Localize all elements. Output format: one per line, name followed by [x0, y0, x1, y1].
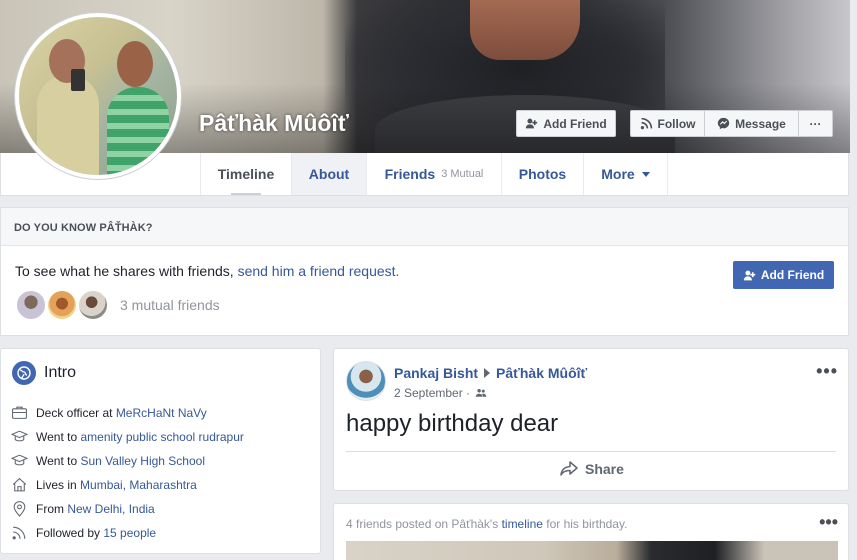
mutual-count-badge: 3 Mutual [441, 168, 484, 180]
intro-item-prefix: Followed by [36, 525, 104, 540]
tab-photos-label: Photos [518, 166, 567, 182]
tab-more-label: More [601, 166, 635, 182]
add-friend-primary-label: Add Friend [760, 268, 825, 282]
home-icon [12, 477, 27, 492]
birthday-photo[interactable] [346, 541, 838, 560]
tab-more[interactable]: More [584, 153, 668, 195]
graduation-cap-icon [11, 430, 28, 442]
intro-item-prefix: Deck officer at [36, 405, 116, 420]
caret-down-icon [641, 171, 650, 177]
birthday-card: 4 friends posted on Pâťhàk's timeline fo… [333, 503, 849, 560]
post-author-avatar[interactable] [346, 361, 386, 401]
follow-label: Follow [657, 116, 696, 131]
post-date[interactable]: 2 September · [394, 386, 470, 400]
send-friend-request-link[interactable]: send him a friend request. [238, 263, 400, 279]
intro-item-prefix: From [36, 501, 68, 516]
share-button[interactable]: Share [560, 461, 624, 477]
friends-audience-icon[interactable] [475, 387, 487, 399]
add-friend-button[interactable]: Add Friend [516, 110, 616, 137]
intro-card: Intro Deck officer at MeRcHaNt NaVy Went… [0, 348, 321, 554]
intro-item-prefix: Went to [36, 429, 81, 444]
rss-icon [12, 526, 26, 540]
divider [346, 451, 836, 452]
mutual-friend-avatar[interactable] [15, 289, 47, 321]
more-options-button[interactable]: ··· [798, 110, 833, 137]
more-options-icon: ··· [809, 116, 822, 131]
tab-timeline-label: Timeline [217, 166, 275, 182]
mutual-friend-avatar[interactable] [46, 289, 78, 321]
intro-item-followers: Followed by 15 people [11, 524, 156, 541]
tab-timeline[interactable]: Timeline [200, 153, 292, 195]
intro-item-education: Went to Sun Valley High School [11, 452, 205, 469]
mutual-friends-count[interactable]: 3 mutual friends [120, 297, 220, 313]
birthday-text-suffix: for his birthday. [542, 517, 628, 531]
messenger-icon [717, 117, 730, 130]
intro-item-link[interactable]: 15 people [103, 526, 156, 540]
intro-item-link[interactable]: amenity public school rudrapur [80, 430, 243, 444]
mutual-friends-row[interactable]: 3 mutual friends [15, 289, 220, 321]
graduation-cap-icon [11, 454, 28, 466]
post-target-name[interactable]: Pâťhàk Mûôîť [496, 365, 587, 381]
intro-title: Intro [44, 364, 77, 381]
post-author-name[interactable]: Pankaj Bisht [394, 365, 478, 381]
intro-item-lives-in: Lives in Mumbai, Maharashtra [11, 476, 197, 493]
friend-request-prefix: To see what he shares with friends, [15, 263, 238, 279]
rss-icon [640, 117, 652, 130]
intro-item-prefix: Went to [36, 453, 81, 468]
intro-item-link[interactable]: Mumbai, Maharashtra [80, 478, 197, 492]
add-friend-icon [526, 118, 538, 129]
birthday-text-prefix: 4 friends posted on Pâťhàk's [346, 517, 502, 531]
message-label: Message [735, 116, 786, 131]
friend-request-text: To see what he shares with friends, send… [15, 263, 399, 279]
globe-icon [12, 361, 36, 385]
intro-item-link[interactable]: MeRcHaNt NaVy [116, 406, 207, 420]
intro-item-from: From New Delhi, India [11, 500, 155, 517]
intro-item-prefix: Lives in [36, 477, 81, 492]
post-body: happy birthday dear [346, 410, 559, 437]
mutual-friend-avatar[interactable] [77, 289, 109, 321]
timeline-post: Pankaj Bisht Pâťhàk Mûôîť 2 September · … [333, 348, 849, 491]
post-options-icon[interactable]: ••• [816, 361, 838, 382]
location-pin-icon [13, 501, 26, 517]
birthday-options-icon[interactable]: ••• [819, 512, 838, 533]
share-icon [560, 461, 578, 476]
intro-item-work: Deck officer at MeRcHaNt NaVy [11, 404, 207, 421]
tab-about[interactable]: About [292, 153, 367, 195]
timeline-link[interactable]: timeline [502, 517, 543, 531]
triangle-right-icon [484, 368, 491, 378]
tab-about-label: About [308, 166, 350, 182]
intro-header: Intro [1, 349, 320, 397]
intro-item-education: Went to amenity public school rudrapur [11, 428, 244, 445]
birthday-text: 4 friends posted on Pâťhàk's timeline fo… [346, 517, 627, 531]
intro-item-link[interactable]: Sun Valley High School [80, 454, 205, 468]
follow-button[interactable]: Follow [630, 110, 705, 137]
profile-picture[interactable] [14, 12, 182, 180]
profile-name[interactable]: Pâťhàk Mûôîť [199, 110, 349, 137]
intro-item-link[interactable]: New Delhi, India [67, 502, 154, 516]
friend-request-heading: DO YOU KNOW PÂŤHÀK? [1, 208, 848, 246]
add-friend-icon [743, 270, 756, 280]
share-label: Share [585, 461, 624, 477]
friend-request-card: DO YOU KNOW PÂŤHÀK? To see what he share… [0, 207, 849, 336]
post-meta: 2 September · [394, 386, 487, 400]
post-header: Pankaj Bisht Pâťhàk Mûôîť [394, 365, 587, 381]
tab-photos[interactable]: Photos [502, 153, 584, 195]
add-friend-primary-button[interactable]: Add Friend [733, 261, 834, 289]
message-button[interactable]: Message [704, 110, 799, 137]
briefcase-icon [12, 406, 27, 419]
tab-friends[interactable]: Friends 3 Mutual [367, 153, 502, 195]
add-friend-label: Add Friend [543, 116, 607, 131]
tab-friends-label: Friends [384, 166, 436, 182]
